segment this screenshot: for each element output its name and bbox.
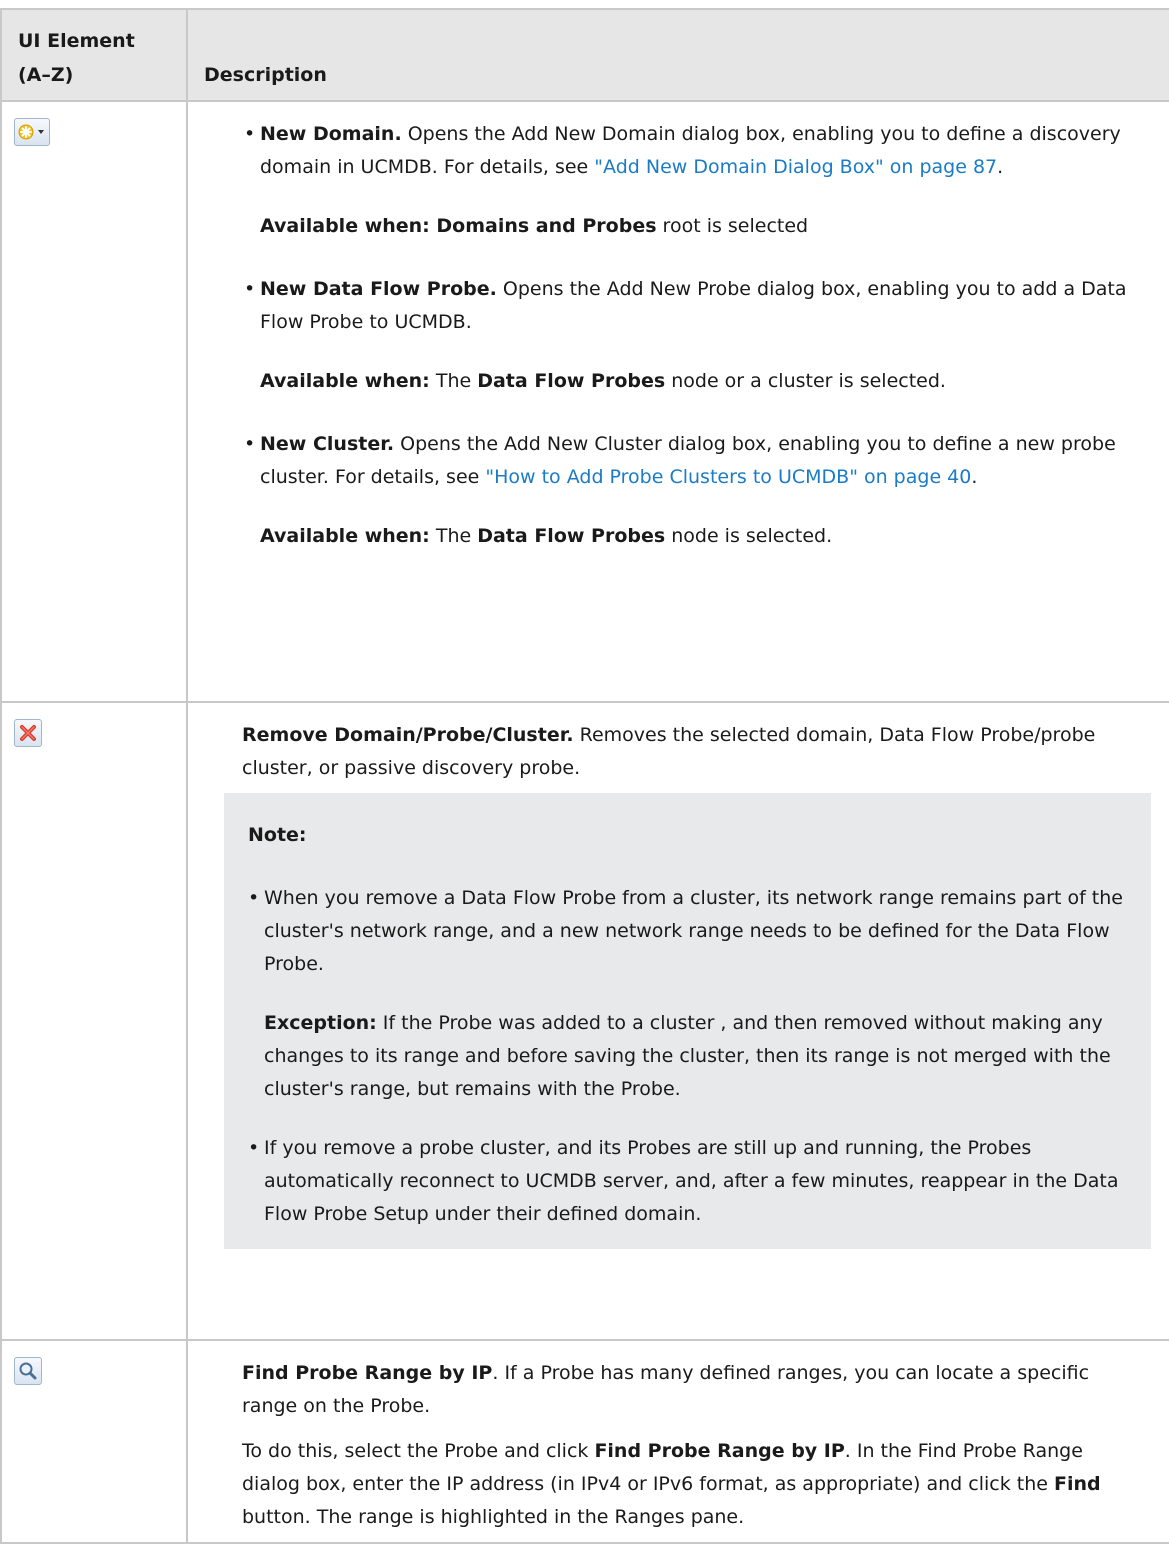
availability-label: Available when: Domains and Probes <box>260 215 657 237</box>
availability-text: node is selected. <box>665 525 833 547</box>
availability-bold: Data Flow Probes <box>477 370 666 392</box>
header-description: Description <box>186 8 1169 102</box>
exception-label: Exception: <box>264 1012 377 1034</box>
note-list: • When you remove a Data Flow Probe from… <box>248 882 1125 1231</box>
list-item: • When you remove a Data Flow Probe from… <box>248 882 1125 1132</box>
bullet: • <box>248 1137 260 1159</box>
table-row: Find Probe Range by IP. If a Probe has m… <box>0 1339 1169 1544</box>
description-cell: Find Probe Range by IP. If a Probe has m… <box>186 1339 1169 1544</box>
p2-bold-b: Find <box>1053 1473 1101 1495</box>
note-title: Note: <box>248 824 307 846</box>
description-cell: Remove Domain/Probe/Cluster. Removes the… <box>186 701 1169 1341</box>
note-item-text: If you remove a probe cluster, and its P… <box>264 1137 1119 1225</box>
add-probe-clusters-link[interactable]: "How to Add Probe Clusters to UCMDB" on … <box>485 466 971 488</box>
exception-text: If the Probe was added to a cluster , an… <box>264 1012 1111 1100</box>
availability-label: Available when: <box>260 370 430 392</box>
availability-pre: The <box>429 370 478 392</box>
list-item: • If you remove a probe cluster, and its… <box>248 1132 1125 1231</box>
table-row: • New Domain. Opens the Add New Domain d… <box>0 100 1169 703</box>
table-header-row: UI Element (A–Z) Description <box>0 8 1169 102</box>
item-title: New Data Flow Probe. <box>260 278 497 300</box>
availability-pre: The <box>429 525 478 547</box>
availability-label: Available when: <box>260 525 430 547</box>
item-text-end: . <box>971 466 978 488</box>
ui-element-cell <box>0 701 188 1341</box>
header-description-label: Description <box>204 64 327 86</box>
note-item-text: When you remove a Data Flow Probe from a… <box>264 887 1123 975</box>
description-cell: • New Domain. Opens the Add New Domain d… <box>186 100 1169 703</box>
list-item: • New Domain. Opens the Add New Domain d… <box>244 118 1133 273</box>
header-ui-element-label: UI Element (A–Z) <box>18 30 135 86</box>
ui-element-cell <box>0 1339 188 1544</box>
add-new-domain-link[interactable]: "Add New Domain Dialog Box" on page 87 <box>594 156 997 178</box>
p2-text-c: button. The range is highlighted in the … <box>242 1506 745 1528</box>
bullet: • <box>244 123 256 145</box>
p2-bold-a: Find Probe Range by IP <box>594 1440 845 1462</box>
bullet: • <box>248 887 260 909</box>
remove-x-icon[interactable] <box>14 719 42 747</box>
availability-text: node or a cluster is selected. <box>665 370 946 392</box>
ui-element-cell <box>0 100 188 703</box>
availability-text: root is selected <box>656 215 809 237</box>
list-item: • New Data Flow Probe. Opens the Add New… <box>244 273 1133 428</box>
bullet: • <box>244 433 256 455</box>
note-box: Note: • When you remove a Data Flow Prob… <box>224 793 1151 1249</box>
ui-elements-table: UI Element (A–Z) Description • New Domai… <box>0 8 1169 1544</box>
header-ui-element: UI Element (A–Z) <box>0 8 188 102</box>
magnifier-search-icon[interactable] <box>14 1357 42 1385</box>
new-star-dropdown-icon[interactable] <box>14 118 50 146</box>
item-title: Remove Domain/Probe/Cluster. <box>242 724 574 746</box>
item-title: New Cluster. <box>260 433 395 455</box>
availability-bold: Data Flow Probes <box>477 525 666 547</box>
bullet: • <box>244 278 256 300</box>
item-text-end: . <box>997 156 1004 178</box>
item-title: Find Probe Range by IP <box>242 1362 493 1384</box>
table-row: Remove Domain/Probe/Cluster. Removes the… <box>0 701 1169 1341</box>
new-options-list: • New Domain. Opens the Add New Domain d… <box>244 118 1133 553</box>
p2-text-a: To do this, select the Probe and click <box>242 1440 595 1462</box>
list-item: • New Cluster. Opens the Add New Cluster… <box>244 428 1133 553</box>
item-title: New Domain. <box>260 123 402 145</box>
